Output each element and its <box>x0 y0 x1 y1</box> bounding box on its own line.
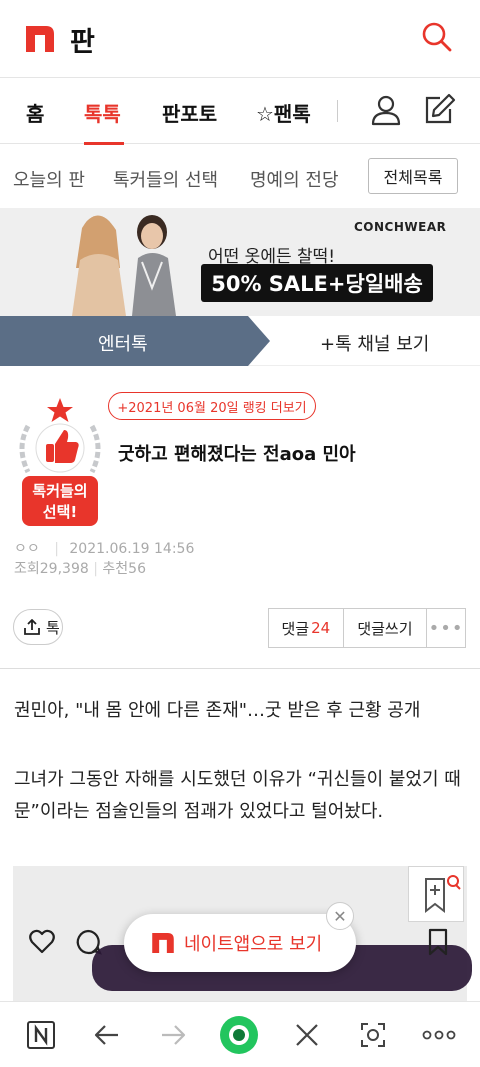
badge-text-2: 선택! <box>43 503 77 521</box>
post-meta-author-date: ㅇㅇ | 2021.06.19 14:56 <box>14 541 195 557</box>
write-comment-button[interactable]: 댓글쓰기 <box>344 609 428 647</box>
x-icon <box>296 1024 318 1046</box>
recommend-count: 56 <box>128 561 146 577</box>
tab-home[interactable]: 홈 <box>26 98 44 127</box>
comments-count: 24 <box>311 619 331 637</box>
ellipsis-icon <box>422 1030 456 1040</box>
forward-button[interactable] <box>156 1018 190 1052</box>
current-channel[interactable]: 엔터톡 <box>98 330 148 356</box>
nate-logo-icon <box>152 933 174 953</box>
main-nav: 홈 톡톡 판포토 ☆팬톡 <box>0 78 480 145</box>
recommend-label: 추천 <box>102 561 129 577</box>
comments-label: 댓글 <box>281 619 310 638</box>
more-options-icon[interactable]: ••• <box>427 609 465 647</box>
talkers-choice-badge: 톡커들의 선택! <box>19 398 101 526</box>
open-in-app-label: 네이트앱으로 보기 <box>184 934 323 955</box>
open-in-app-popup[interactable]: 네이트앱으로 보기 <box>124 914 356 972</box>
share-button[interactable]: 톡 <box>13 609 63 645</box>
write-icon[interactable] <box>422 92 456 126</box>
browser-toolbar <box>0 1001 480 1067</box>
post-actions: 댓글 24 댓글쓰기 ••• <box>268 608 466 648</box>
channel-bar: 엔터톡 +톡 채널 보기 <box>0 316 480 366</box>
post-author: ㅇㅇ <box>14 541 40 557</box>
channel-list-link[interactable]: +톡 채널 보기 <box>320 330 429 356</box>
screenshot-button[interactable] <box>356 1018 390 1052</box>
arrow-left-icon <box>94 1025 118 1045</box>
tab-talk[interactable]: 톡톡 <box>84 98 121 127</box>
badge-text-1: 톡커들의 <box>32 482 87 500</box>
views-label: 조회 <box>14 561 40 577</box>
site-title[interactable]: 판 <box>70 20 95 59</box>
arrow-right-icon <box>162 1025 186 1045</box>
ad-sale-text: 50% SALE+당일배송 <box>201 264 433 302</box>
tab-fantalk[interactable]: ☆팬톡 <box>256 98 311 127</box>
divider <box>0 668 480 669</box>
green-circle-icon <box>220 1016 258 1054</box>
nav-divider <box>337 100 338 122</box>
nate-logo[interactable] <box>26 26 54 52</box>
post-body-line: 권민아, "내 몸 안에 다른 존재"…굿 받은 후 근황 공개 <box>14 700 421 721</box>
subtab-talkers-choice[interactable]: 톡커들의 선택 <box>113 166 218 192</box>
scrap-button[interactable] <box>408 866 464 922</box>
close-icon[interactable]: ✕ <box>326 902 354 930</box>
back-button[interactable] <box>90 1018 124 1052</box>
post-title: 굿하고 편해졌다는 전aoa 민아 <box>118 444 356 465</box>
menu-more-icon[interactable] <box>422 1018 456 1052</box>
ad-banner[interactable]: CONCHWEAR 어떤 옷에든 찰떡! 50% SALE+당일배송 <box>0 208 480 316</box>
subtab-hall-of-fame[interactable]: 명예의 전당 <box>250 166 339 192</box>
ad-brand: CONCHWEAR <box>354 220 447 234</box>
nate-home-button[interactable] <box>24 1018 58 1052</box>
share-label: 톡 <box>46 618 60 637</box>
share-icon <box>24 619 40 635</box>
home-circle-button[interactable] <box>218 1014 260 1056</box>
n-logo-icon <box>27 1021 55 1049</box>
scrap-icon <box>425 875 461 914</box>
screenshot-icon <box>361 1023 385 1047</box>
close-tab-button[interactable] <box>290 1018 324 1052</box>
ad-models-image <box>72 215 176 316</box>
views-count: 29,398 <box>39 561 89 577</box>
bookmark-icon[interactable] <box>428 928 448 956</box>
comments-button[interactable]: 댓글 24 <box>269 609 344 647</box>
heart-icon[interactable] <box>28 928 56 956</box>
sub-nav: 오늘의 판 톡커들의 선택 명예의 전당 전체목록 <box>0 144 480 208</box>
user-icon[interactable] <box>370 94 402 126</box>
subtab-today[interactable]: 오늘의 판 <box>13 166 85 192</box>
top-bar: 판 <box>0 0 480 78</box>
all-list-button[interactable]: 전체목록 <box>368 158 458 194</box>
tab-panpoto[interactable]: 판포토 <box>162 98 217 127</box>
post-meta-stats: 조회29,398 | 추천56 <box>14 561 146 577</box>
post-body-paragraph: 그녀가 그동안 자해를 시도했던 이유가 “귀신들이 붙었기 때문”이라는 점술… <box>14 769 461 822</box>
post-date: 2021.06.19 14:56 <box>69 541 195 557</box>
search-icon[interactable] <box>420 20 454 54</box>
ranking-link[interactable]: +2021년 06월 20일 랭킹 더보기 <box>108 392 316 420</box>
